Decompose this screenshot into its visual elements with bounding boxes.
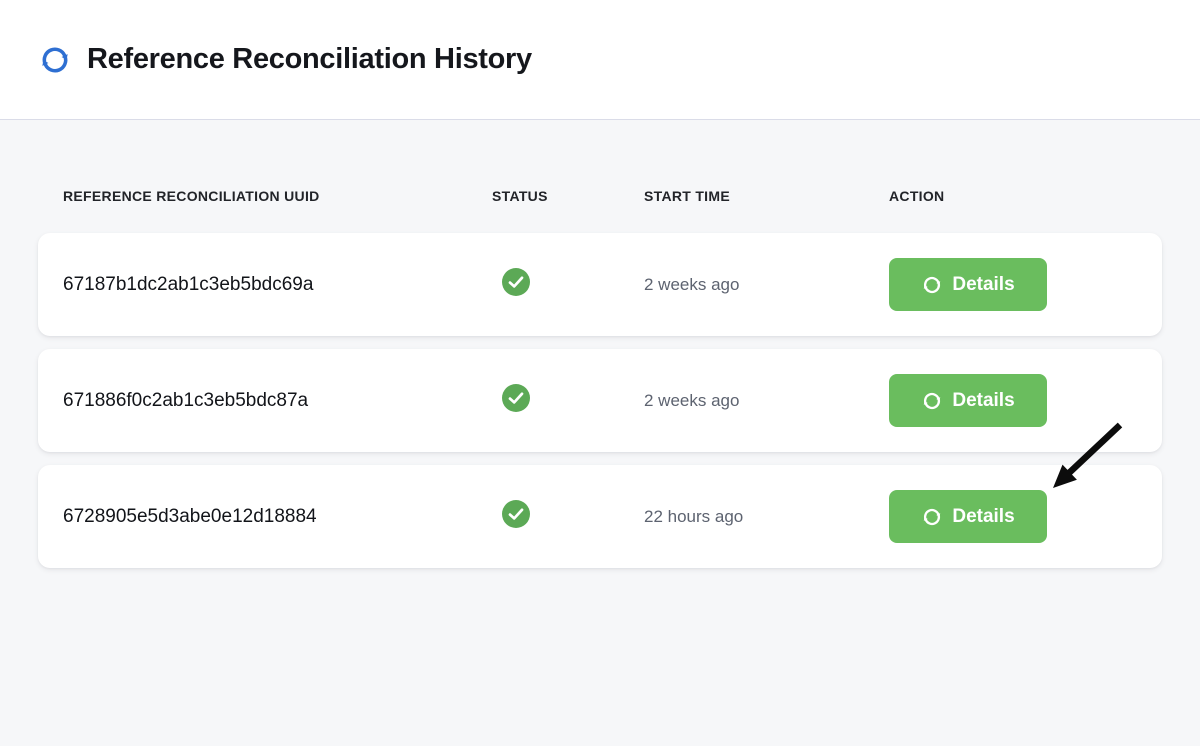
action-cell: Details: [889, 374, 1137, 427]
refresh-icon: [921, 506, 943, 528]
page-title: Reference Reconciliation History: [87, 43, 532, 76]
column-header-action: Action: [889, 188, 1137, 204]
status-cell: [492, 268, 644, 301]
check-circle-icon: [502, 384, 530, 412]
page-header: Reference Reconciliation History: [0, 0, 1200, 120]
column-header-status: Status: [492, 188, 644, 204]
start-time-cell: 22 hours ago: [644, 507, 889, 527]
uuid-cell: 67187b1dc2ab1c3eb5bdc69a: [63, 274, 492, 296]
content-area: Reference Reconciliation UUID Status Sta…: [0, 188, 1200, 568]
details-button[interactable]: Details: [889, 490, 1047, 543]
start-time-cell: 2 weeks ago: [644, 391, 889, 411]
uuid-cell: 6728905e5d3abe0e12d18884: [63, 506, 492, 528]
status-cell: [492, 500, 644, 533]
details-button-label: Details: [952, 506, 1014, 528]
uuid-cell: 671886f0c2ab1c3eb5bdc87a: [63, 390, 492, 412]
details-button[interactable]: Details: [889, 258, 1047, 311]
status-cell: [492, 384, 644, 417]
details-button-label: Details: [952, 390, 1014, 412]
column-header-start-time: Start Time: [644, 188, 889, 204]
table-row: 671886f0c2ab1c3eb5bdc87a 2 weeks ago: [38, 349, 1162, 452]
refresh-icon: [38, 43, 72, 77]
check-circle-icon: [502, 268, 530, 296]
check-circle-icon: [502, 500, 530, 528]
details-button[interactable]: Details: [889, 374, 1047, 427]
table-body: 67187b1dc2ab1c3eb5bdc69a 2 weeks ago: [38, 233, 1162, 568]
table-row: 67187b1dc2ab1c3eb5bdc69a 2 weeks ago: [38, 233, 1162, 336]
action-cell: Details: [889, 258, 1137, 311]
table-row: 6728905e5d3abe0e12d18884 22 hours ago: [38, 465, 1162, 568]
refresh-icon: [921, 390, 943, 412]
column-header-uuid: Reference Reconciliation UUID: [63, 188, 492, 204]
details-button-label: Details: [952, 274, 1014, 296]
refresh-icon: [921, 274, 943, 296]
action-cell: Details: [889, 490, 1137, 543]
table-header-row: Reference Reconciliation UUID Status Sta…: [38, 188, 1162, 204]
start-time-cell: 2 weeks ago: [644, 275, 889, 295]
